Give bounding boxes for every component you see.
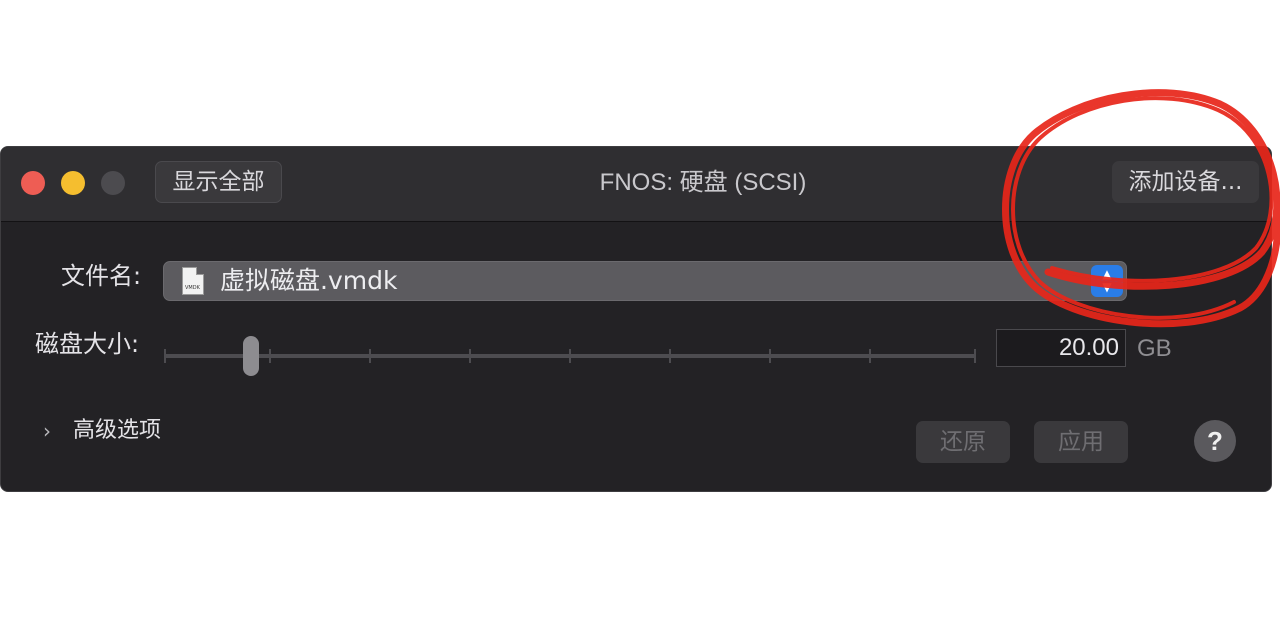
disk-size-slider-thumb[interactable] [243,336,259,376]
slider-tick [569,349,571,363]
close-window-button[interactable] [21,171,45,195]
document-icon: VMDK [182,267,204,295]
file-name-select[interactable]: VMDK 虚拟磁盘.vmdk ▲ ▼ [163,261,1127,301]
slider-tick [369,349,371,363]
chevron-right-icon: › [43,419,51,443]
minimize-window-button[interactable] [61,171,85,195]
revert-button[interactable]: 还原 [916,421,1010,463]
apply-button[interactable]: 应用 [1034,421,1128,463]
show-all-button[interactable]: 显示全部 [155,161,282,203]
slider-tick [769,349,771,363]
slider-tick [869,349,871,363]
settings-window: 显示全部 FNOS: 硬盘 (SCSI) 添加设备... 文件名: VMDK 虚… [0,146,1272,492]
slider-tick [974,349,976,363]
disk-size-unit: GB [1137,335,1172,362]
title-bar: 显示全部 FNOS: 硬盘 (SCSI) 添加设备... [1,147,1271,222]
zoom-window-button[interactable] [101,171,125,195]
disk-size-label: 磁盘大小: [35,330,140,358]
file-name-label: 文件名: [61,262,142,290]
disk-size-input[interactable]: 20.00 [996,329,1126,367]
file-name-value: 虚拟磁盘.vmdk [220,266,398,295]
advanced-options-toggle[interactable]: › 高级选项 [35,413,161,449]
slider-tick [164,349,166,363]
slider-tick [669,349,671,363]
add-device-button[interactable]: 添加设备... [1112,161,1259,203]
slider-tick [269,349,271,363]
advanced-options-label: 高级选项 [73,418,162,443]
window-title: FNOS: 硬盘 (SCSI) [599,169,807,196]
select-stepper-icon[interactable]: ▲ ▼ [1091,265,1123,297]
slider-tick [469,349,471,363]
help-button[interactable]: ? [1194,420,1236,462]
